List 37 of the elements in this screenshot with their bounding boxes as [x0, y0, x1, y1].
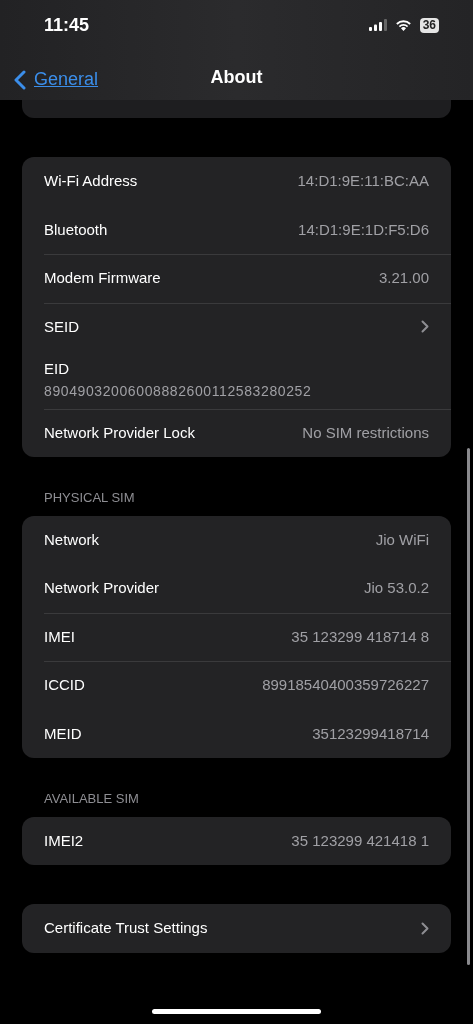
back-link[interactable]: General: [0, 50, 99, 93]
row-label: Certificate Trust Settings: [44, 918, 208, 938]
chevron-right-icon: [421, 921, 429, 935]
row-value: No SIM restrictions: [302, 422, 429, 443]
row-label: MEID: [44, 723, 82, 744]
status-time: 11:45: [44, 13, 90, 37]
row-label: Wi-Fi Address: [44, 171, 138, 191]
chevron-right-icon: [421, 320, 429, 334]
wifi-icon: [394, 19, 412, 31]
battery-level: 36: [419, 17, 439, 33]
section-header: AVAILABLE SIM: [43, 790, 140, 808]
row-value: 89918540400359726227: [262, 675, 429, 695]
page-title: About: [210, 66, 263, 89]
row-label: EID: [44, 359, 69, 379]
row-label: ICCID: [44, 675, 85, 695]
back-chevron-icon: [14, 69, 26, 90]
row-label: IMEI2: [44, 830, 84, 851]
row-value: 3.21.00: [378, 268, 429, 288]
settings-row[interactable]: SEID: [22, 302, 451, 351]
row-label: Bluetooth: [44, 219, 108, 240]
signal-icon: [368, 19, 387, 31]
row-label: Network Provider: [44, 578, 160, 598]
row-value: Jio WiFi: [375, 529, 429, 550]
row-label: Network: [44, 529, 99, 550]
row-label: IMEI: [44, 626, 75, 647]
settings-row[interactable]: Certificate Trust Settings: [22, 904, 451, 953]
row-value: 14:D1:9E:1D:F5:D6: [298, 219, 429, 240]
row-value: 35123299418714: [312, 723, 429, 744]
row-value: 35 123299 418714 8: [291, 626, 429, 647]
row-label: SEID: [44, 316, 79, 337]
row-value: 14:D1:9E:11:BC:AA: [297, 171, 429, 191]
section-header: PHYSICAL SIM: [43, 489, 136, 507]
row-value: 35 123299 421418 1: [291, 830, 429, 851]
row-label: Modem Firmware: [44, 268, 161, 288]
row-value: Jio 53.0.2: [363, 578, 429, 598]
row-value: 89049032006008882600112583280252: [44, 381, 312, 401]
row-label: Network Provider Lock: [44, 422, 195, 443]
